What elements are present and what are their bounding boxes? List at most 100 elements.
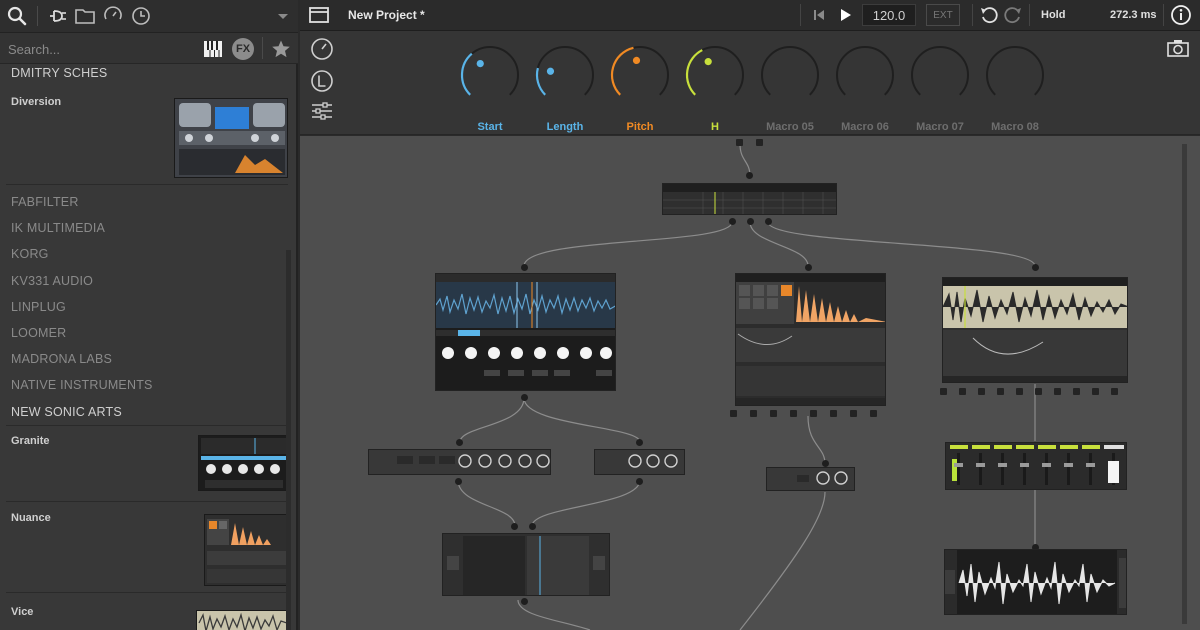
fx-filter-button[interactable]: FX	[232, 38, 254, 60]
filter-input-port[interactable]	[636, 439, 643, 446]
sequencer-output-port[interactable]	[747, 218, 754, 225]
knob-dial[interactable]	[983, 43, 1047, 107]
sequencer-input-port[interactable]	[746, 172, 753, 179]
hold-toggle[interactable]: Hold	[1041, 9, 1065, 21]
history-icon[interactable]	[102, 5, 124, 27]
macro-knob-2[interactable]: Length	[533, 43, 597, 133]
macro-knob-5[interactable]: Macro 05	[758, 43, 822, 133]
tempo-field[interactable]: 120.0	[862, 4, 916, 26]
diversion-thumbnail[interactable]	[174, 98, 288, 178]
sequencer-node[interactable]	[662, 183, 837, 215]
vice-output-port[interactable]	[997, 388, 1004, 395]
crossfade-node[interactable]	[442, 533, 610, 596]
macro-knob-1[interactable]: Start	[458, 43, 522, 133]
vice-output-port[interactable]	[1035, 388, 1042, 395]
nuance-input-port[interactable]	[805, 264, 812, 271]
vendor-item-loomer[interactable]: LOOMER	[11, 326, 66, 340]
nuance-output-port[interactable]	[810, 410, 817, 417]
macro-knob-6[interactable]: Macro 06	[833, 43, 897, 133]
vice-output-port[interactable]	[1054, 388, 1061, 395]
audio-in-port[interactable]	[736, 139, 743, 146]
nuance-output-port[interactable]	[730, 410, 737, 417]
filter-effect-node[interactable]	[594, 449, 685, 475]
nuance-output-port[interactable]	[790, 410, 797, 417]
product-item-diversion[interactable]: Diversion	[11, 96, 61, 108]
vice-thumbnail[interactable]	[196, 610, 288, 630]
macro-knob-7[interactable]: Macro 07	[908, 43, 972, 133]
keyboard-icon[interactable]	[203, 39, 223, 59]
midi-in-port[interactable]	[756, 139, 763, 146]
knob-dial[interactable]	[608, 43, 672, 107]
folder-icon[interactable]	[74, 5, 96, 27]
vendor-item-dmitry-sches[interactable]: DMITRY SCHES	[11, 66, 107, 80]
product-item-vice[interactable]: Vice	[11, 606, 33, 618]
knob-dial[interactable]	[533, 43, 597, 107]
xfade-input-port[interactable]	[529, 523, 536, 530]
window-icon[interactable]	[308, 4, 330, 26]
search-input[interactable]	[8, 40, 188, 58]
delay-effect-node[interactable]	[766, 467, 855, 491]
product-item-nuance[interactable]: Nuance	[11, 512, 51, 524]
search-icon[interactable]	[6, 5, 28, 27]
granite-plugin-node[interactable]	[435, 273, 616, 391]
waveform-player-node[interactable]	[944, 549, 1127, 615]
knob-dial[interactable]	[908, 43, 972, 107]
undo-icon[interactable]	[978, 4, 1000, 26]
nuance-output-port[interactable]	[850, 410, 857, 417]
granite-output-port[interactable]	[521, 394, 528, 401]
sequencer-output-port[interactable]	[765, 218, 772, 225]
vendor-item-new-sonic-arts[interactable]: NEW SONIC ARTS	[11, 405, 122, 419]
camera-icon[interactable]	[1166, 37, 1190, 59]
nuance-output-port[interactable]	[750, 410, 757, 417]
vice-plugin-node[interactable]	[942, 277, 1128, 383]
knob-icon[interactable]	[310, 37, 334, 61]
vice-output-port[interactable]	[978, 388, 985, 395]
granite-thumbnail[interactable]	[198, 435, 288, 491]
knob-dial[interactable]	[683, 43, 747, 107]
plugin-icon[interactable]	[46, 5, 68, 27]
knob-dial[interactable]	[833, 43, 897, 107]
eq-output-port[interactable]	[455, 478, 462, 485]
play-icon[interactable]	[834, 4, 856, 26]
redo-icon[interactable]	[1002, 4, 1024, 26]
filter-output-port[interactable]	[636, 478, 643, 485]
chevron-down-icon[interactable]	[272, 5, 294, 27]
star-icon[interactable]	[271, 39, 291, 59]
nuance-output-port[interactable]	[870, 410, 877, 417]
vice-output-port[interactable]	[940, 388, 947, 395]
vice-output-port[interactable]	[1016, 388, 1023, 395]
sliders-icon[interactable]	[310, 99, 334, 123]
vendor-item-kv331-audio[interactable]: KV331 AUDIO	[11, 274, 93, 288]
macro-knob-4[interactable]: H	[683, 43, 747, 133]
vice-output-port[interactable]	[1111, 388, 1118, 395]
vice-output-port[interactable]	[1092, 388, 1099, 395]
skip-back-icon[interactable]	[808, 4, 830, 26]
vendor-item-fabfilter[interactable]: FABFILTER	[11, 195, 79, 209]
granite-input-port[interactable]	[521, 264, 528, 271]
vice-output-port[interactable]	[1073, 388, 1080, 395]
eq-input-port[interactable]	[456, 439, 463, 446]
vendor-item-korg[interactable]: KORG	[11, 247, 49, 261]
nuance-plugin-node[interactable]	[735, 273, 886, 406]
nuance-output-port[interactable]	[830, 410, 837, 417]
eq-effect-node[interactable]	[368, 449, 551, 475]
vice-input-port[interactable]	[1032, 264, 1039, 271]
knob-dial[interactable]	[458, 43, 522, 107]
nuance-output-port[interactable]	[770, 410, 777, 417]
vendor-item-ik-multimedia[interactable]: IK MULTIMEDIA	[11, 221, 105, 235]
macro-knob-8[interactable]: Macro 08	[983, 43, 1047, 133]
xfade-output-port[interactable]	[521, 598, 528, 605]
product-item-granite[interactable]: Granite	[11, 435, 50, 447]
sidebar-scrollbar[interactable]	[286, 250, 291, 630]
vendor-item-madrona-labs[interactable]: MADRONA LABS	[11, 352, 112, 366]
canvas-scrollbar[interactable]	[1182, 144, 1187, 624]
sequencer-output-port[interactable]	[729, 218, 736, 225]
ext-sync-button[interactable]: EXT	[926, 4, 960, 26]
nuance-thumbnail[interactable]	[204, 514, 288, 586]
mixer-node[interactable]	[945, 442, 1127, 490]
vendor-item-linplug[interactable]: LINPLUG	[11, 300, 66, 314]
patch-canvas[interactable]	[300, 136, 1200, 630]
vice-output-port[interactable]	[959, 388, 966, 395]
xfade-input-port[interactable]	[511, 523, 518, 530]
knob-dial[interactable]	[758, 43, 822, 107]
